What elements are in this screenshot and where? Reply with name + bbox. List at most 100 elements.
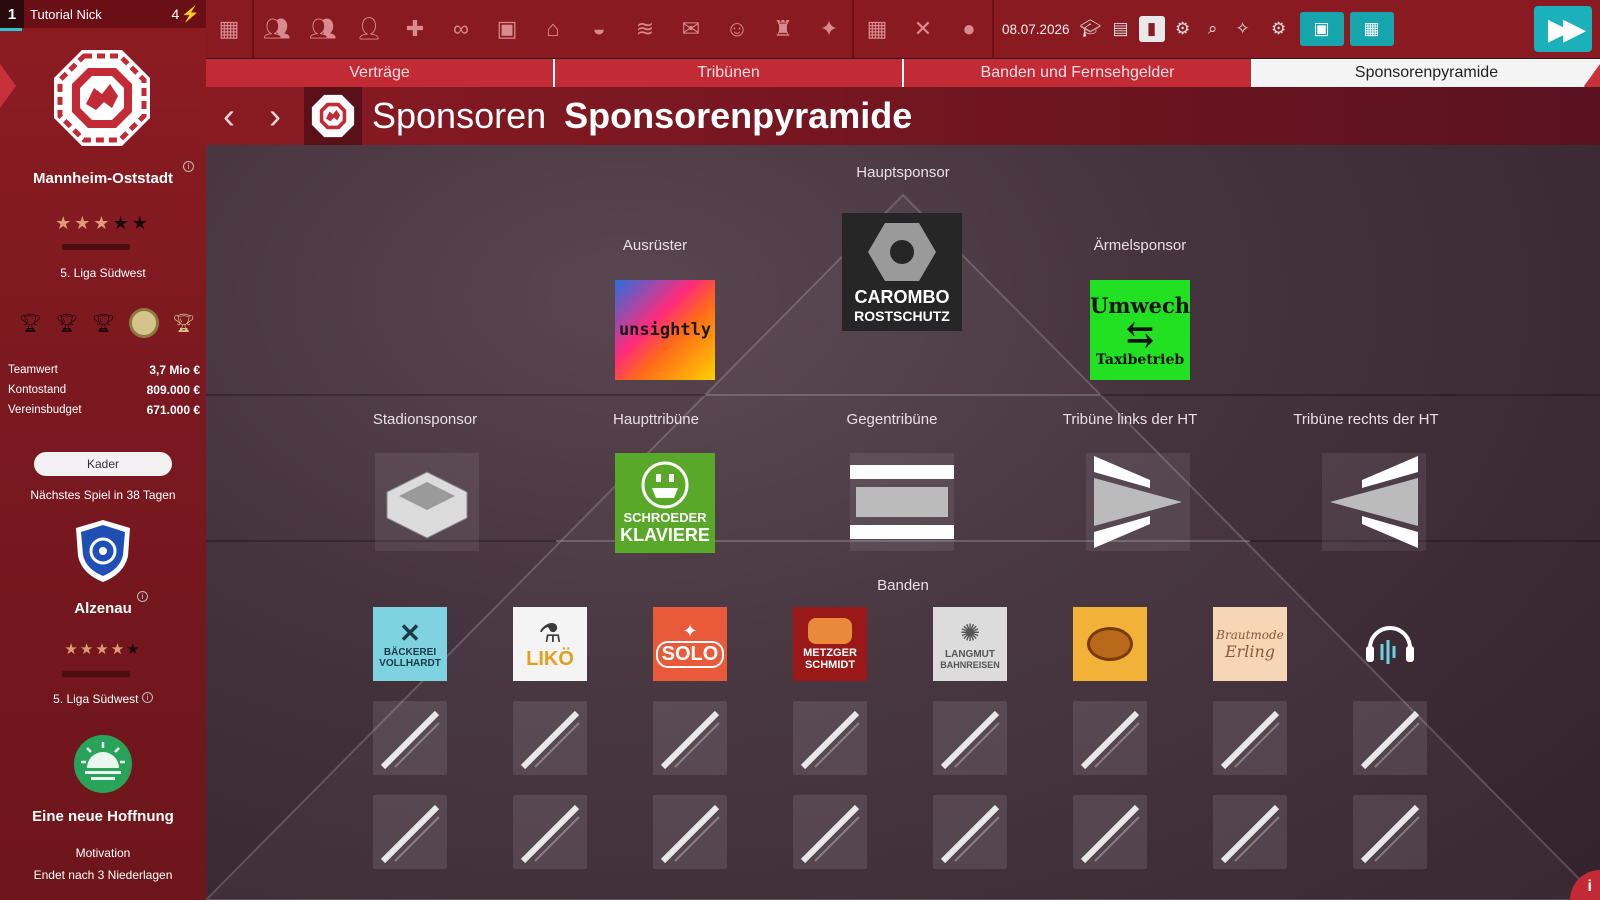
- fans-icon[interactable]: ☺: [714, 0, 760, 58]
- board-sponsor-sub: SCHMIDT: [804, 658, 856, 671]
- sponsor-pyramid: Hauptsponsor CAROMBO ROSTSCHUTZ Ausrüste…: [206, 145, 1600, 900]
- opponent-league: 5. Liga Südwest i: [0, 692, 206, 706]
- empty-board-slot[interactable]: [793, 701, 867, 775]
- finances-icon[interactable]: ≋: [622, 0, 668, 58]
- manager-header[interactable]: 1 Tutorial Nick 4 ⚡: [0, 0, 206, 31]
- bicycle-icon[interactable]: ⚙: [1168, 0, 1198, 58]
- scouting-icon[interactable]: ∞: [438, 0, 484, 58]
- graduation-icon[interactable]: 🎓︎: [1076, 0, 1106, 58]
- star-icon: ★: [110, 641, 127, 658]
- outfitter-tile[interactable]: unsightly: [615, 280, 715, 380]
- empty-board-slot[interactable]: [653, 795, 727, 869]
- statistics-icon[interactable]: ▮: [1138, 16, 1165, 42]
- empty-board-slot[interactable]: [933, 701, 1007, 775]
- board-icon[interactable]: ♜: [760, 0, 806, 58]
- medal-icon: [128, 308, 159, 338]
- empty-board-slot[interactable]: [793, 795, 867, 869]
- presentation-icon[interactable]: ▤: [1106, 0, 1136, 58]
- person-icon[interactable]: ●: [946, 0, 992, 58]
- squad-icon[interactable]: 👥︎: [254, 0, 300, 58]
- empty-board-slot[interactable]: [513, 701, 587, 775]
- forward-arrow-icon[interactable]: ›: [252, 87, 298, 145]
- board-sponsor-tile[interactable]: Brautmode Erling: [1213, 607, 1287, 681]
- board-sponsor-tile[interactable]: ✺ LANGMUT BAHNREISEN: [933, 607, 1007, 681]
- left-stand-icon[interactable]: [1086, 453, 1190, 551]
- stat-value: 3,7 Mio €: [149, 363, 200, 377]
- back-arrow-icon[interactable]: ‹: [206, 87, 252, 145]
- training-icon[interactable]: ⌂: [530, 0, 576, 58]
- awards-icon[interactable]: ✧: [1228, 0, 1258, 58]
- empty-board-slot[interactable]: [1213, 795, 1287, 869]
- club-name[interactable]: Mannheim-Oststadt: [0, 170, 206, 187]
- sidebar-expand-arrow[interactable]: [0, 64, 16, 108]
- day-calendar-icon[interactable]: ▣: [1299, 12, 1344, 46]
- club-league: 5. Liga Südwest: [60, 266, 146, 280]
- league-info-icon[interactable]: i: [141, 692, 153, 703]
- empty-board-slot[interactable]: [373, 701, 447, 775]
- label-outfitter: Ausrüster: [622, 237, 688, 254]
- stat-row: Teamwert 3,7 Mio €: [8, 360, 200, 380]
- empty-board-slot[interactable]: [653, 701, 727, 775]
- main-sponsor-sub: ROSTSCHUTZ: [854, 307, 950, 324]
- player-icon[interactable]: ✦: [806, 0, 852, 58]
- bread-basket-icon: [1087, 627, 1133, 661]
- main-stand-sponsor-tile[interactable]: SCHROEDER KLAVIERE: [615, 453, 715, 553]
- tab-sponsorenpyramide[interactable]: Sponsorenpyramide: [1253, 59, 1600, 87]
- empty-board-slot[interactable]: [1353, 701, 1427, 775]
- cup-icon: 🏆︎: [172, 312, 196, 333]
- stadium-icon[interactable]: [375, 453, 479, 551]
- youth-icon[interactable]: 👥︎: [300, 0, 346, 58]
- tab-bar: Verträge Tribünen Banden und Fernsehgeld…: [206, 59, 1600, 87]
- tab-tribuenen[interactable]: Tribünen: [555, 59, 904, 87]
- main-stand-sponsor-name: SCHROEDER: [623, 510, 707, 525]
- sleeve-sponsor-tile[interactable]: Umwech ⇆ Taxibetrieb: [1090, 280, 1190, 380]
- empty-board-slot[interactable]: [1073, 701, 1147, 775]
- empty-board-slot[interactable]: [1073, 795, 1147, 869]
- header-crest-icon: [304, 87, 362, 145]
- board-sponsor-tile[interactable]: [1353, 607, 1427, 681]
- trophy-icon: 🏆︎: [18, 312, 42, 333]
- empty-board-slot[interactable]: [513, 795, 587, 869]
- staff-icon[interactable]: 👤︎: [346, 0, 392, 58]
- mood-duration: Endet nach 3 Niederlagen: [33, 868, 173, 882]
- opponent-crest-icon[interactable]: [72, 518, 134, 584]
- grid-icon[interactable]: ▦: [854, 0, 900, 58]
- label-sleeve: Ärmelsponsor: [1093, 237, 1187, 254]
- empty-board-slot[interactable]: [933, 795, 1007, 869]
- tactics-icon[interactable]: ✕: [900, 0, 946, 58]
- board-sponsor-tile[interactable]: [1073, 607, 1147, 681]
- sleeve-sponsor-name: Umwech: [1089, 292, 1191, 318]
- board-sponsor-tile[interactable]: ✕ BÄCKEREI VOLLHARDT: [373, 607, 447, 681]
- empty-board-slot[interactable]: [1213, 701, 1287, 775]
- sidebar: 1 Tutorial Nick 4 ⚡ Mannheim-Oststadt i …: [0, 0, 206, 900]
- settings-gear-icon[interactable]: ⚙: [1264, 0, 1294, 58]
- club-info-icon[interactable]: i: [183, 161, 194, 172]
- opponent-info-icon[interactable]: i: [137, 591, 148, 602]
- board-sponsor-name: LANGMUT: [945, 648, 995, 660]
- office-icon[interactable]: ▦: [206, 0, 252, 58]
- opponent-league-text: 5. Liga Südwest: [53, 692, 139, 706]
- right-stand-icon[interactable]: [1322, 453, 1426, 551]
- club-crest-icon[interactable]: [52, 48, 152, 148]
- empty-board-slot[interactable]: [1353, 795, 1427, 869]
- opposite-stand-icon[interactable]: [850, 453, 954, 551]
- opponent-name[interactable]: Alzenau: [0, 600, 206, 617]
- fast-forward-icon[interactable]: ▶▶: [1534, 6, 1592, 52]
- main-sponsor-tile[interactable]: CAROMBO ROSTSCHUTZ: [842, 213, 962, 331]
- month-calendar-icon[interactable]: ▦: [1349, 12, 1394, 46]
- calendar-icon[interactable]: ▣: [484, 0, 530, 58]
- board-sponsor-tile[interactable]: ⚗ LIKÖ: [513, 607, 587, 681]
- sunrise-icon[interactable]: [73, 734, 133, 794]
- star-icon: ★: [79, 641, 96, 658]
- sponsors-icon[interactable]: ✉: [668, 0, 714, 58]
- tab-banden[interactable]: Banden und Fernsehgelder: [904, 59, 1253, 87]
- stadium-icon[interactable]: ◒: [576, 0, 622, 58]
- board-sponsor-tile[interactable]: METZGER SCHMIDT: [793, 607, 867, 681]
- board-sponsor-tile[interactable]: ✦ SOLO: [653, 607, 727, 681]
- tab-vertraege[interactable]: Verträge: [206, 59, 555, 87]
- kader-button[interactable]: Kader: [34, 452, 172, 476]
- empty-board-slot[interactable]: [373, 795, 447, 869]
- next-game-text: Nächstes Spiel in 38 Tagen: [30, 488, 176, 502]
- search-icon[interactable]: ⌕: [1198, 0, 1228, 58]
- medical-icon[interactable]: ✚: [392, 0, 438, 58]
